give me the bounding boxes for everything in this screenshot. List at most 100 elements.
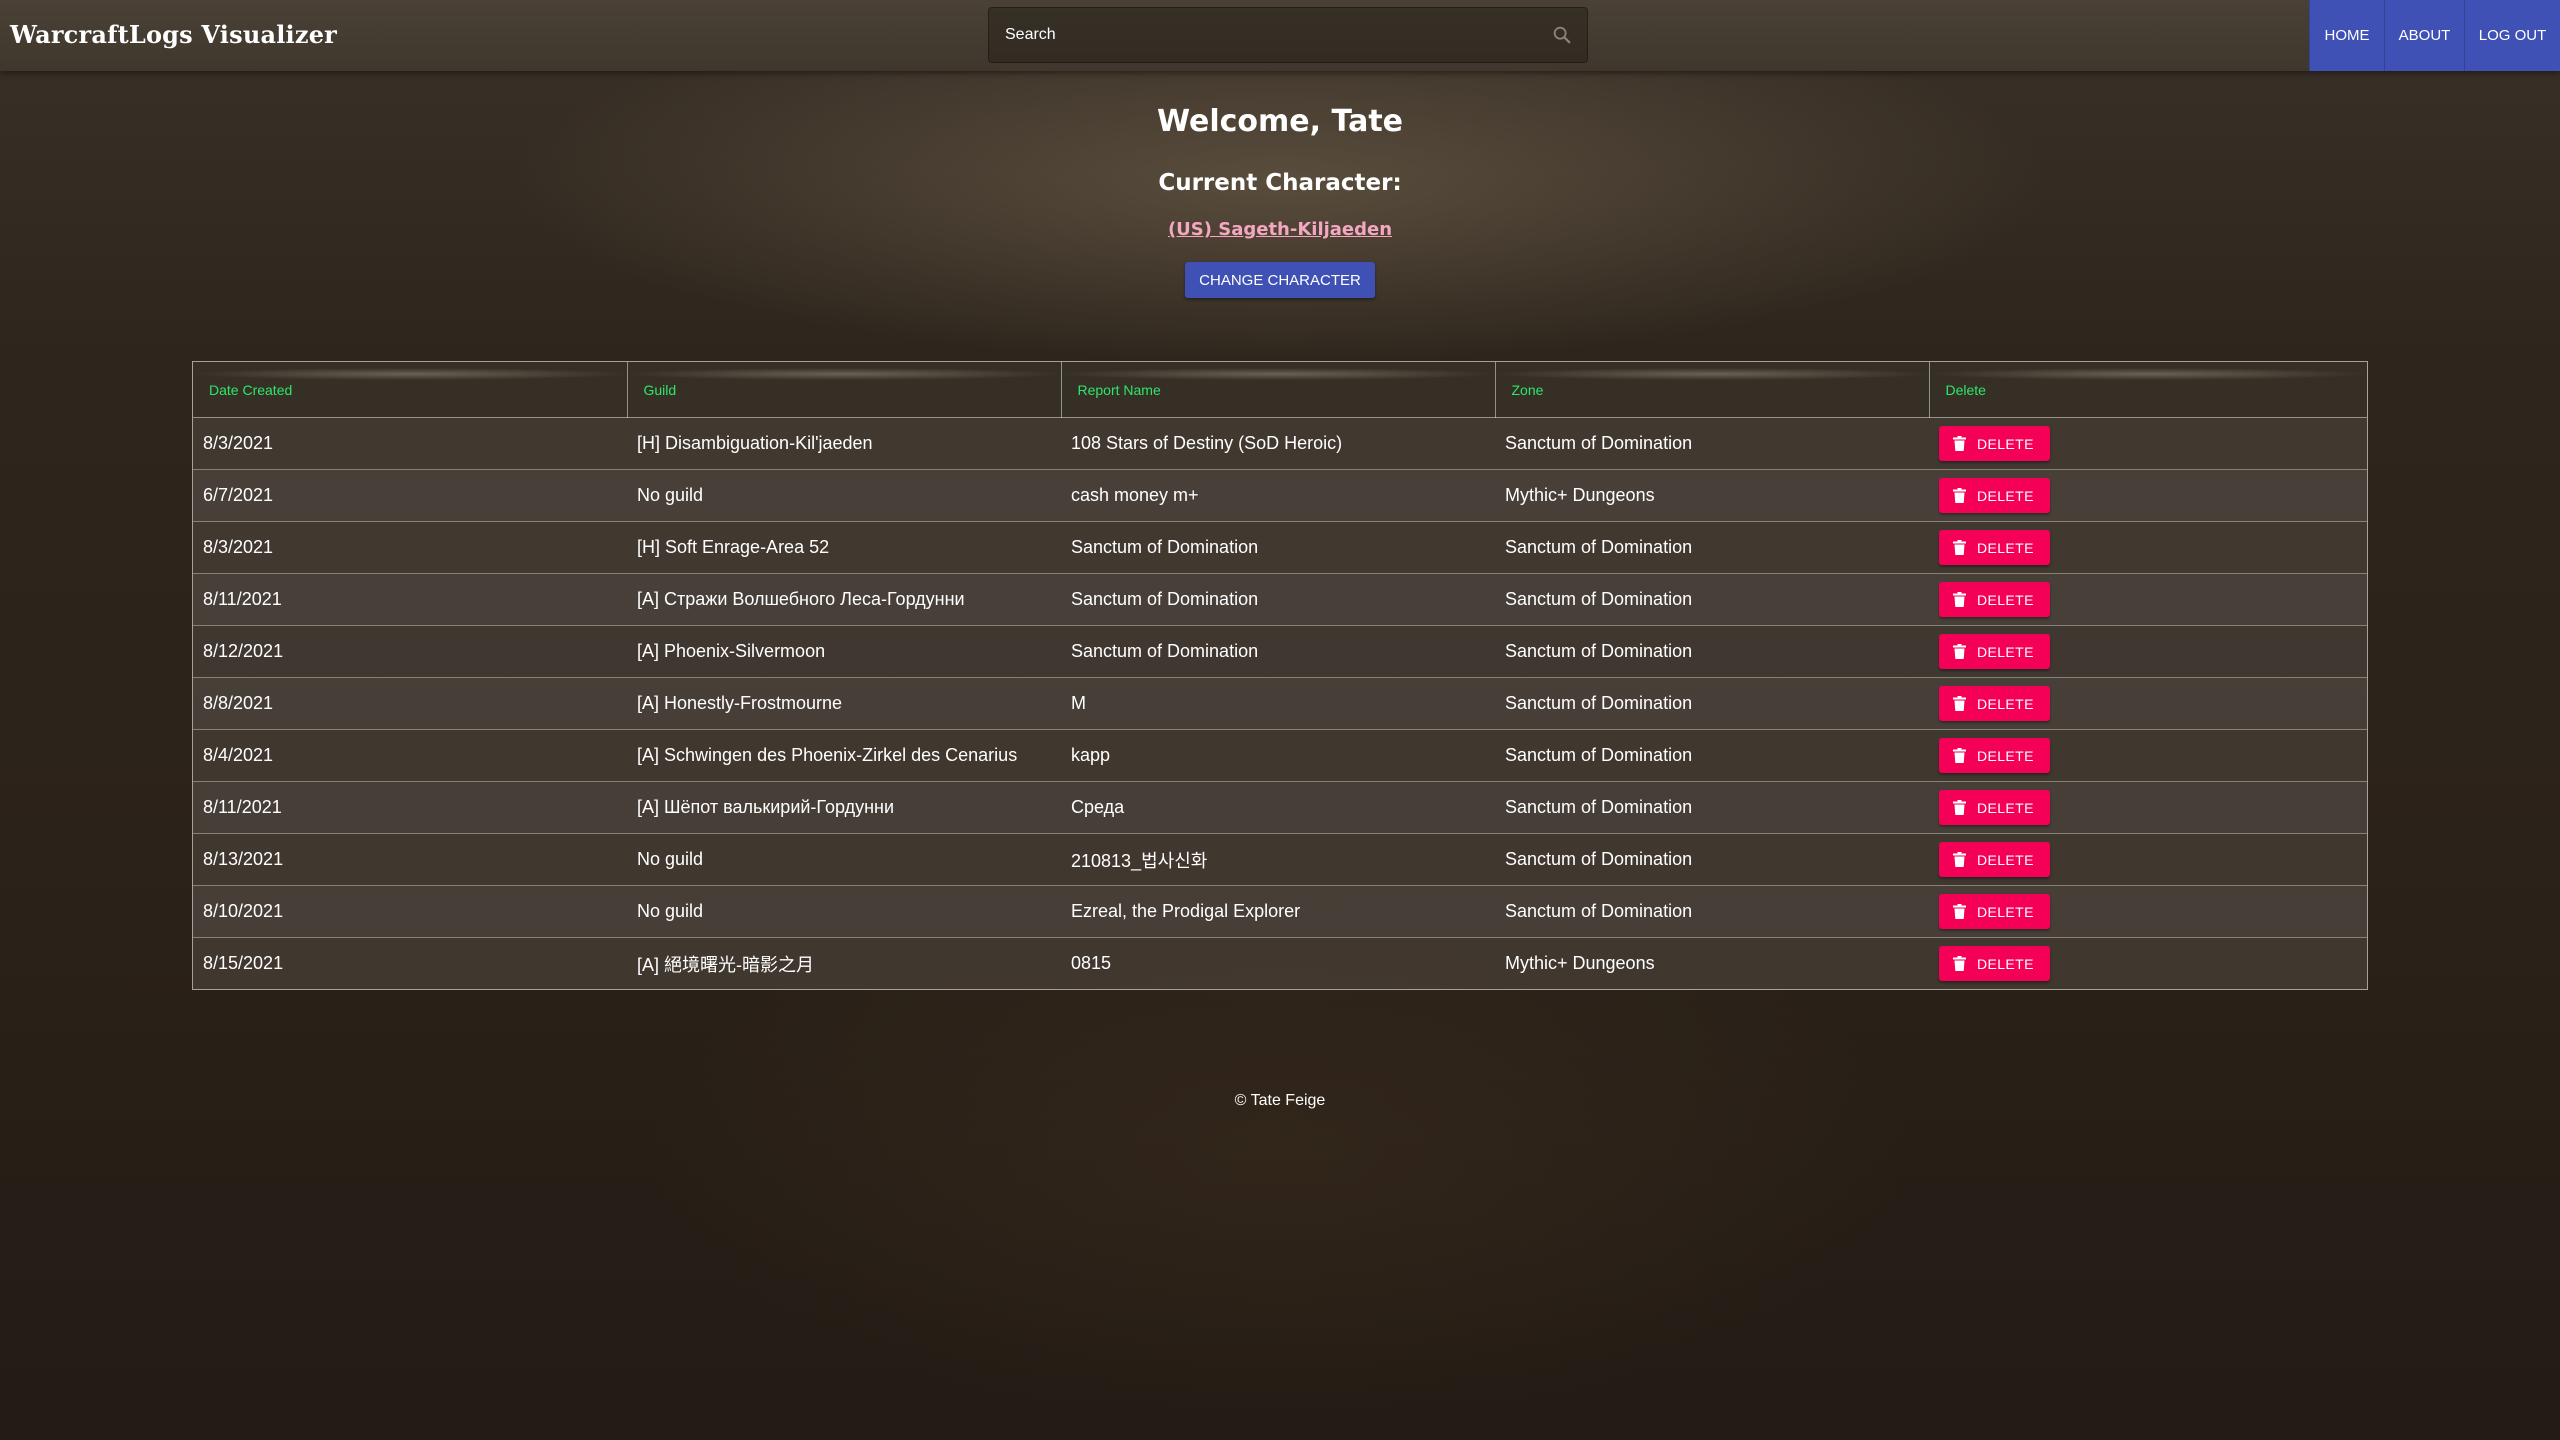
footer-copyright: © Tate Feige bbox=[1234, 1092, 1326, 1109]
delete-button[interactable]: DELETE bbox=[1939, 790, 2050, 825]
column-header-report[interactable]: Report Name bbox=[1061, 362, 1496, 418]
cell-zone: Sanctum of Domination bbox=[1495, 417, 1929, 470]
cell-date: 8/8/2021 bbox=[193, 677, 627, 730]
table-header-row: Date Created Guild Report Name Zone Dele… bbox=[193, 362, 2367, 418]
cell-report-name: 210813_법사신화 bbox=[1061, 833, 1495, 886]
cell-date: 8/3/2021 bbox=[193, 521, 627, 574]
cell-report-name: Среда bbox=[1061, 781, 1495, 834]
search-icon[interactable] bbox=[1551, 24, 1573, 46]
cell-zone: Sanctum of Domination bbox=[1495, 729, 1929, 782]
delete-button-label: DELETE bbox=[1977, 903, 2034, 920]
cell-delete: DELETE bbox=[1929, 625, 2367, 678]
cell-delete: DELETE bbox=[1929, 833, 2367, 886]
home-button[interactable]: HOME bbox=[2309, 0, 2384, 71]
cell-zone: Sanctum of Domination bbox=[1495, 885, 1929, 938]
cell-report-name: Sanctum of Domination bbox=[1061, 521, 1495, 574]
search-box[interactable] bbox=[988, 7, 1588, 63]
cell-zone: Sanctum of Domination bbox=[1495, 521, 1929, 574]
delete-button[interactable]: DELETE bbox=[1939, 946, 2050, 981]
delete-button[interactable]: DELETE bbox=[1939, 582, 2050, 617]
current-character-label: Current Character: bbox=[1158, 170, 1402, 196]
trash-icon bbox=[1953, 592, 1966, 607]
page: { "header": { "brand": "WarcraftLogs Vis… bbox=[0, 0, 2560, 1440]
delete-button[interactable]: DELETE bbox=[1939, 894, 2050, 929]
cell-date: 8/15/2021 bbox=[193, 937, 627, 989]
cell-date: 8/10/2021 bbox=[193, 885, 627, 938]
delete-button[interactable]: DELETE bbox=[1939, 478, 2050, 513]
cell-date: 8/13/2021 bbox=[193, 833, 627, 886]
trash-icon bbox=[1953, 436, 1966, 451]
delete-button[interactable]: DELETE bbox=[1939, 530, 2050, 565]
character-link[interactable]: (US) Sageth-Kiljaeden bbox=[1168, 219, 1392, 240]
cell-guild: [H] Disambiguation-Kil'jaeden bbox=[627, 417, 1061, 470]
delete-button-label: DELETE bbox=[1977, 851, 2034, 868]
trash-icon bbox=[1953, 956, 1966, 971]
cell-guild: [A] Стражи Волшебного Леса-Гордунни bbox=[627, 573, 1061, 626]
column-header-zone[interactable]: Zone bbox=[1495, 362, 1930, 418]
table-row[interactable]: 8/4/2021 [A] Schwingen des Phoenix-Zirkel… bbox=[193, 729, 2367, 782]
cell-delete: DELETE bbox=[1929, 573, 2367, 626]
cell-report-name: Sanctum of Domination bbox=[1061, 625, 1495, 678]
cell-zone: Mythic+ Dungeons bbox=[1495, 469, 1929, 522]
cell-delete: DELETE bbox=[1929, 677, 2367, 730]
table-row[interactable]: 8/3/2021 [H] Soft Enrage-Area 52 Sanctum o… bbox=[193, 521, 2367, 574]
cell-guild: [A] Шёпот валькирий-Гордунни bbox=[627, 781, 1061, 834]
about-button[interactable]: ABOUT bbox=[2384, 0, 2464, 71]
delete-button-label: DELETE bbox=[1977, 695, 2034, 712]
logout-button[interactable]: LOG OUT bbox=[2464, 0, 2560, 71]
cell-date: 8/11/2021 bbox=[193, 573, 627, 626]
delete-button[interactable]: DELETE bbox=[1939, 634, 2050, 669]
trash-icon bbox=[1953, 696, 1966, 711]
cell-date: 8/11/2021 bbox=[193, 781, 627, 834]
cell-zone: Mythic+ Dungeons bbox=[1495, 937, 1929, 989]
table-row[interactable]: 8/8/2021 [A] Honestly-Frostmourne M Sanctum… bbox=[193, 677, 2367, 730]
cell-guild: [A] 絕境曙光-暗影之月 bbox=[627, 937, 1061, 989]
cell-delete: DELETE bbox=[1929, 781, 2367, 834]
cell-delete: DELETE bbox=[1929, 521, 2367, 574]
cell-guild: [A] Schwingen des Phoenix-Zirkel des Cen… bbox=[627, 729, 1061, 782]
cell-delete: DELETE bbox=[1929, 469, 2367, 522]
app-title[interactable]: WarcraftLogs Visualizer bbox=[10, 20, 337, 49]
delete-button[interactable]: DELETE bbox=[1939, 738, 2050, 773]
table-row[interactable]: 8/10/2021 No guild Ezreal, the Prodigal Ex… bbox=[193, 885, 2367, 938]
delete-button-label: DELETE bbox=[1977, 591, 2034, 608]
cell-date: 8/12/2021 bbox=[193, 625, 627, 678]
trash-icon bbox=[1953, 644, 1966, 659]
trash-icon bbox=[1953, 540, 1966, 555]
cell-date: 8/4/2021 bbox=[193, 729, 627, 782]
delete-button[interactable]: DELETE bbox=[1939, 686, 2050, 721]
column-header-date[interactable]: Date Created bbox=[193, 362, 628, 418]
cell-report-name: cash money m+ bbox=[1061, 469, 1495, 522]
table-row[interactable]: 8/15/2021 [A] 絕境曙光-暗影之月 0815 Mythic+ Dungeo… bbox=[193, 937, 2367, 989]
delete-button[interactable]: DELETE bbox=[1939, 842, 2050, 877]
cell-report-name: 0815 bbox=[1061, 937, 1495, 989]
cell-guild: No guild bbox=[627, 469, 1061, 522]
table-row[interactable]: 8/13/2021 No guild 210813_법사신화 Sanctum of D… bbox=[193, 833, 2367, 886]
table-row[interactable]: 8/3/2021 [H] Disambiguation-Kil'jaeden 108… bbox=[193, 417, 2367, 470]
search-input[interactable] bbox=[989, 8, 1529, 62]
cell-report-name: M bbox=[1061, 677, 1495, 730]
cell-guild: No guild bbox=[627, 885, 1061, 938]
delete-button-label: DELETE bbox=[1977, 539, 2034, 556]
table-row[interactable]: 6/7/2021 No guild cash money m+ Mythic+ Dun… bbox=[193, 469, 2367, 522]
table-row[interactable]: 8/12/2021 [A] Phoenix-Silvermoon Sanctum o… bbox=[193, 625, 2367, 678]
cell-guild: No guild bbox=[627, 833, 1061, 886]
cell-zone: Sanctum of Domination bbox=[1495, 781, 1929, 834]
cell-date: 6/7/2021 bbox=[193, 469, 627, 522]
column-header-delete: Delete bbox=[1929, 362, 2367, 418]
table-row[interactable]: 8/11/2021 [A] Шёпот валькирий-Гордунни Сре… bbox=[193, 781, 2367, 834]
cell-zone: Sanctum of Domination bbox=[1495, 677, 1929, 730]
trash-icon bbox=[1953, 748, 1966, 763]
character-link-wrap: (US) Sageth-Kiljaeden bbox=[0, 219, 2560, 240]
column-header-guild[interactable]: Guild bbox=[627, 362, 1062, 418]
table-row[interactable]: 8/11/2021 [A] Стражи Волшебного Леса-Горд… bbox=[193, 573, 2367, 626]
cell-report-name: 108 Stars of Destiny (SoD Heroic) bbox=[1061, 417, 1495, 470]
cell-guild: [A] Honestly-Frostmourne bbox=[627, 677, 1061, 730]
delete-button[interactable]: DELETE bbox=[1939, 426, 2050, 461]
cell-guild: [A] Phoenix-Silvermoon bbox=[627, 625, 1061, 678]
delete-button-label: DELETE bbox=[1977, 487, 2034, 504]
table-body: 8/3/2021 [H] Disambiguation-Kil'jaeden 108… bbox=[193, 417, 2367, 989]
change-character-button[interactable]: CHANGE CHARACTER bbox=[1185, 262, 1375, 298]
welcome-heading: Welcome, Tate bbox=[1156, 104, 1404, 139]
cell-delete: DELETE bbox=[1929, 885, 2367, 938]
